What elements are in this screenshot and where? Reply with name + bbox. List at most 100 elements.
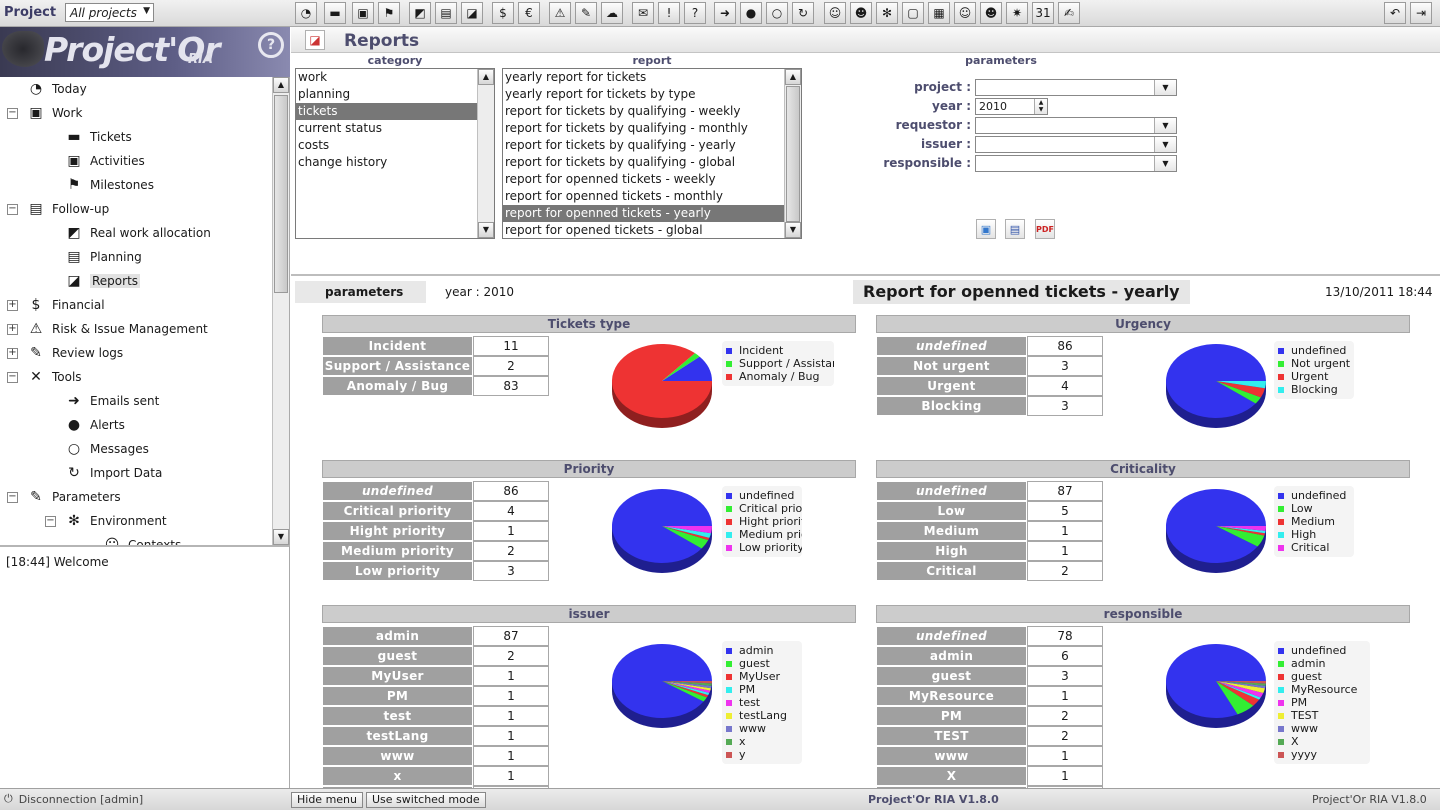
import-toolbar-button[interactable]: ↻ — [792, 2, 814, 24]
category-item[interactable]: current status — [296, 120, 478, 137]
category-item[interactable]: tickets — [296, 103, 478, 120]
project-select[interactable]: ▼ — [975, 79, 1177, 96]
meeting-toolbar-button[interactable]: ✎ — [575, 2, 597, 24]
alerts-toolbar-button[interactable]: ● — [740, 2, 762, 24]
report-item[interactable]: yearly report for tickets by type — [503, 86, 785, 103]
print-report-button[interactable]: ▤ — [1005, 219, 1025, 239]
menu-item-financial[interactable]: $ Financial — [26, 293, 105, 317]
user-toolbar-button[interactable]: ☺ — [954, 2, 976, 24]
environment-toolbar-button[interactable]: ✻ — [876, 2, 898, 24]
help-icon[interactable]: ? — [258, 32, 284, 58]
menu-item-emails-sent[interactable]: ➜ Emails sent — [64, 389, 159, 413]
report-item[interactable]: report for tickets by qualifying - month… — [503, 120, 785, 137]
menu-item-follow-up[interactable]: ▤ Follow-up — [26, 197, 109, 221]
menu-item-parameters[interactable]: ✎ Parameters — [26, 485, 121, 509]
user-param-toolbar-button[interactable]: ✍ — [1058, 2, 1080, 24]
help-toolbar-button[interactable]: ? — [684, 2, 706, 24]
year-spinner[interactable]: 2010 ▲ ▼ — [975, 98, 1048, 115]
switched-mode-button[interactable]: Use switched mode — [366, 792, 486, 808]
menu-item-import-data[interactable]: ↻ Import Data — [64, 461, 162, 485]
product-toolbar-button[interactable]: ▢ — [902, 2, 924, 24]
report-item[interactable]: report for openned tickets - yearly — [503, 205, 785, 222]
menu-item-contexts[interactable]: ☺ Contexts — [102, 533, 182, 545]
scroll-up-icon[interactable]: ▲ — [273, 77, 289, 93]
question-toolbar-button[interactable]: ! — [658, 2, 680, 24]
menu-item-work[interactable]: ▣ Work — [26, 101, 82, 125]
report-listbox[interactable]: yearly report for tickets yearly report f… — [502, 68, 802, 239]
menu-item-planning[interactable]: ▤ Planning — [64, 245, 141, 269]
category-item[interactable]: costs — [296, 137, 478, 154]
chevron-down-icon[interactable]: ▼ — [1154, 137, 1176, 152]
scroll-thumb[interactable] — [274, 95, 288, 293]
menu-item-today[interactable]: ◔ Today — [26, 77, 87, 101]
financial-toolbar-button[interactable]: $ — [492, 2, 514, 24]
menu-item-review-logs[interactable]: ✎ Review logs — [26, 341, 123, 365]
collapse-icon[interactable]: − — [7, 204, 18, 215]
disconnect-link[interactable]: ⏻ Disconnection [admin] — [4, 792, 143, 806]
spinner-arrows-icon[interactable]: ▲ ▼ — [1034, 99, 1047, 114]
collapse-icon[interactable]: − — [45, 516, 56, 527]
collapse-icon[interactable]: − — [7, 492, 18, 503]
risk-toolbar-button[interactable]: ⚠ — [549, 2, 571, 24]
category-item[interactable]: work — [296, 69, 478, 86]
report-item[interactable]: yearly report for tickets — [503, 69, 785, 86]
settings-toolbar-button[interactable]: 31 — [1032, 2, 1054, 24]
menu-item-alerts[interactable]: ● Alerts — [64, 413, 125, 437]
emails-toolbar-button[interactable]: ➜ — [714, 2, 736, 24]
issuer-select[interactable]: ▼ — [975, 136, 1177, 153]
reports-toolbar-button[interactable]: ◪ — [461, 2, 483, 24]
menu-scrollbar[interactable]: ▲ ▼ — [272, 77, 289, 545]
report-item[interactable]: report for openned tickets - monthly — [503, 188, 785, 205]
expand-icon[interactable]: + — [7, 324, 18, 335]
category-scrollbar[interactable]: ▲ ▼ — [477, 69, 494, 238]
resource-toolbar-button[interactable]: ☺ — [824, 2, 846, 24]
collapse-icon[interactable]: − — [7, 108, 18, 119]
activities-toolbar-button[interactable]: ▣ — [352, 2, 374, 24]
messages-toolbar-button[interactable]: ○ — [766, 2, 788, 24]
milestones-toolbar-button[interactable]: ⚑ — [378, 2, 400, 24]
report-item[interactable]: report for tickets by qualifying - yearl… — [503, 137, 785, 154]
tickets-toolbar-button[interactable]: ▬ — [324, 2, 346, 24]
menu-item-reports[interactable]: ◪ Reports — [64, 269, 141, 293]
expand-icon[interactable]: + — [7, 348, 18, 359]
menu-item-messages[interactable]: ○ Messages — [64, 437, 149, 461]
undo-toolbar-button[interactable]: ↶ — [1384, 2, 1406, 24]
project-select[interactable]: All projects ▼ — [65, 3, 154, 22]
expense-toolbar-button[interactable]: € — [518, 2, 540, 24]
menu-item-real-work-allocation[interactable]: ◩ Real work allocation — [64, 221, 210, 245]
review-toolbar-button[interactable]: ☁ — [601, 2, 623, 24]
category-item[interactable]: planning — [296, 86, 478, 103]
expand-icon[interactable]: + — [7, 300, 18, 311]
type-toolbar-button[interactable]: ▦ — [928, 2, 950, 24]
menu-item-activities[interactable]: ▣ Activities — [64, 149, 144, 173]
team-toolbar-button[interactable]: ☻ — [850, 2, 872, 24]
chevron-down-icon[interactable]: ▼ — [1154, 118, 1176, 133]
report-scrollbar[interactable]: ▲ ▼ — [784, 69, 801, 238]
scroll-up-icon[interactable]: ▲ — [478, 69, 494, 85]
menu-item-environment[interactable]: ✻ Environment — [64, 509, 167, 533]
chevron-down-icon[interactable]: ▼ — [1154, 156, 1176, 171]
requestor-select[interactable]: ▼ — [975, 117, 1177, 134]
menu-item-milestones[interactable]: ⚑ Milestones — [64, 173, 154, 197]
chevron-down-icon[interactable]: ▼ — [1154, 80, 1176, 95]
access-toolbar-button[interactable]: ☻ — [980, 2, 1002, 24]
scroll-down-icon[interactable]: ▼ — [478, 222, 494, 238]
scroll-down-icon[interactable]: ▼ — [785, 222, 801, 238]
report-item[interactable]: report for opened tickets - global — [503, 222, 785, 238]
report-item[interactable]: report for tickets by qualifying - weekl… — [503, 103, 785, 120]
collapse-icon[interactable]: − — [7, 372, 18, 383]
menu-item-risk-issue-management[interactable]: ⚠ Risk & Issue Management — [26, 317, 208, 341]
logout-toolbar-button[interactable]: ⇥ — [1410, 2, 1432, 24]
decision-toolbar-button[interactable]: ✉ — [632, 2, 654, 24]
category-listbox[interactable]: work planning tickets current status costs ch… — [295, 68, 495, 239]
menu-item-tickets[interactable]: ▬ Tickets — [64, 125, 131, 149]
responsible-select[interactable]: ▼ — [975, 155, 1177, 172]
menu-item-tools[interactable]: ✕ Tools — [26, 365, 81, 389]
report-item[interactable]: report for tickets by qualifying - globa… — [503, 154, 785, 171]
calendar-toolbar-button[interactable]: ✷ — [1006, 2, 1028, 24]
display-report-button[interactable]: ▣ — [976, 219, 996, 239]
today-toolbar-button[interactable]: ◔ — [295, 2, 317, 24]
scroll-down-icon[interactable]: ▼ — [273, 529, 289, 545]
real-work-toolbar-button[interactable]: ◩ — [409, 2, 431, 24]
category-item[interactable]: change history — [296, 154, 478, 171]
